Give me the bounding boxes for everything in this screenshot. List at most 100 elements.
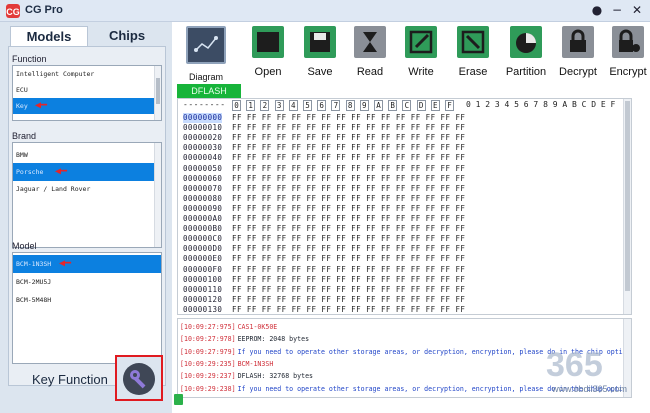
hex-bytes[interactable]: FF FF FF FF FF FF FF FF FF FF FF FF FF F… (232, 214, 465, 224)
close-icon[interactable]: ✕ (630, 3, 644, 17)
hex-row[interactable]: 000000F0 FF FF FF FF FF FF FF FF FF FF FF… (178, 265, 631, 275)
hex-row[interactable]: 00000100 FF FF FF FF FF FF FF FF FF FF FF… (178, 275, 631, 285)
user-icon[interactable]: ● (590, 3, 604, 17)
hex-address: 00000100 (183, 274, 223, 284)
hex-bytes[interactable]: FF FF FF FF FF FF FF FF FF FF FF FF FF F… (232, 244, 465, 254)
column-header: 1 (246, 100, 256, 111)
hex-bytes[interactable]: FF FF FF FF FF FF FF FF FF FF FF FF FF F… (232, 234, 465, 244)
hex-row[interactable]: 00000030 FF FF FF FF FF FF FF FF FF FF FF… (178, 143, 631, 153)
brand-list[interactable]: BMW Porsche ◀━ Jaguar / Land Rover (12, 142, 162, 248)
folder-icon (252, 26, 284, 58)
log-line: [10:09:27:975] CAS1-0K50E (180, 322, 277, 333)
partition-button[interactable]: Partition (506, 26, 546, 82)
hex-row[interactable]: 00000010 FF FF FF FF FF FF FF FF FF FF FF… (178, 123, 631, 133)
hex-row[interactable]: 000000E0 FF FF FF FF FF FF FF FF FF FF FF… (178, 254, 631, 264)
hex-bytes[interactable]: FF FF FF FF FF FF FF FF FF FF FF FF FF F… (232, 153, 465, 163)
hex-bytes[interactable]: FF FF FF FF FF FF FF FF FF FF FF FF FF F… (232, 123, 465, 133)
open-button[interactable]: Open (252, 26, 284, 82)
hex-row[interactable]: 000000D0 FF FF FF FF FF FF FF FF FF FF FF… (178, 244, 631, 254)
hex-row[interactable]: 00000090 FF FF FF FF FF FF FF FF FF FF FF… (178, 204, 631, 214)
column-header: 9 (359, 100, 369, 111)
hex-row[interactable]: 00000040 FF FF FF FF FF FF FF FF FF FF FF… (178, 153, 631, 163)
list-item-selected[interactable]: BCM-1N3SH ◀━ (13, 255, 161, 273)
hex-bytes[interactable]: FF FF FF FF FF FF FF FF FF FF FF FF FF F… (232, 265, 465, 275)
tab-chips[interactable]: Chips (88, 26, 166, 46)
list-item[interactable]: BMW (13, 147, 161, 163)
encrypt-button[interactable]: Encrypt (609, 26, 647, 82)
list-item[interactable]: Intelligent Computer (13, 66, 161, 82)
log-line: [10:09:29:237] DFLASH: 32768 bytes (180, 371, 313, 382)
hex-bytes[interactable]: FF FF FF FF FF FF FF FF FF FF FF FF FF F… (232, 254, 465, 264)
hex-row[interactable]: 00000020 FF FF FF FF FF FF FF FF FF FF FF… (178, 133, 631, 143)
hex-bytes[interactable]: FF FF FF FF FF FF FF FF FF FF FF FF FF F… (232, 143, 465, 153)
hex-bytes[interactable]: FF FF FF FF FF FF FF FF FF FF FF FF FF F… (232, 224, 465, 234)
hex-bytes[interactable]: FF FF FF FF FF FF FF FF FF FF FF FF FF F… (232, 174, 465, 184)
list-item-selected[interactable]: Porsche ◀━ (13, 163, 161, 181)
erase-label: Erase (458, 66, 488, 78)
hex-address: 000000C0 (183, 234, 223, 244)
function-list[interactable]: Intelligent Computer ECU Key ◀━ (12, 65, 162, 121)
decrypt-button[interactable]: Decrypt (559, 26, 597, 82)
tab-models[interactable]: Models (10, 26, 88, 46)
read-button[interactable]: Read (354, 26, 386, 82)
hex-bytes[interactable]: FF FF FF FF FF FF FF FF FF FF FF FF FF F… (232, 285, 465, 295)
list-item[interactable]: Jaguar / Land Rover (13, 181, 161, 197)
brand-scrollbar[interactable] (154, 143, 161, 247)
column-header: 6 (317, 100, 327, 111)
hex-row[interactable]: 00000130 FF FF FF FF FF FF FF FF FF FF FF… (178, 305, 631, 314)
list-item-selected[interactable]: Key ◀━ (13, 98, 155, 114)
hex-scrollbar[interactable] (623, 99, 631, 314)
column-header: 3 (274, 100, 284, 111)
hex-row[interactable]: 00000070 FF FF FF FF FF FF FF FF FF FF FF… (178, 184, 631, 194)
red-arrow-icon: ◀━ (35, 100, 48, 111)
hex-address: 000000A0 (183, 214, 223, 223)
diagram-icon (186, 26, 226, 64)
list-item[interactable]: BCM-5M48H (13, 291, 161, 309)
erase-button[interactable]: Erase (457, 26, 489, 82)
column-header: 4 (288, 100, 298, 111)
partition-label: Partition (505, 66, 547, 78)
hex-bytes[interactable]: FF FF FF FF FF FF FF FF FF FF FF FF FF F… (232, 113, 465, 123)
hex-bytes[interactable]: FF FF FF FF FF FF FF FF FF FF FF FF FF F… (232, 194, 465, 204)
hex-bytes[interactable]: FF FF FF FF FF FF FF FF FF FF FF FF FF F… (232, 164, 465, 174)
log-timestamp: [10:09:29:237] (180, 372, 236, 381)
hex-bytes[interactable]: FF FF FF FF FF FF FF FF FF FF FF FF FF F… (232, 295, 465, 305)
hex-address: 000000D0 (183, 244, 223, 254)
hex-row[interactable]: 000000C0 FF FF FF FF FF FF FF FF FF FF FF… (178, 234, 631, 244)
minimize-icon[interactable]: − (610, 3, 624, 17)
list-item[interactable]: ECU (13, 82, 161, 98)
hex-bytes[interactable]: FF FF FF FF FF FF FF FF FF FF FF FF FF F… (232, 275, 465, 285)
hex-editor[interactable]: -------- 0123456789ABCDEF 0 1 2 3 4 5 6 … (177, 98, 632, 315)
floppy-disk-icon (304, 26, 336, 58)
log-message: DFLASH: 32768 bytes (237, 372, 314, 381)
diagram-button[interactable]: Diagram (182, 26, 230, 82)
hex-row[interactable]: 00000120 FF FF FF FF FF FF FF FF FF FF FF… (178, 295, 631, 305)
lock-gear-icon (612, 26, 644, 58)
column-header: 8 (345, 100, 355, 111)
column-header: A (374, 100, 383, 111)
write-button[interactable]: Write (405, 26, 437, 82)
hex-bytes[interactable]: FF FF FF FF FF FF FF FF FF FF FF FF FF F… (232, 133, 465, 143)
hex-bytes[interactable]: FF FF FF FF FF FF FF FF FF FF FF FF FF F… (232, 204, 465, 214)
hex-address: 00000080 (183, 193, 223, 203)
hex-address: 00000120 (183, 294, 223, 304)
hex-address: 00000020 (183, 133, 223, 143)
app-logo-icon: CG (6, 4, 20, 18)
hex-row[interactable]: 00000080 FF FF FF FF FF FF FF FF FF FF FF… (178, 194, 631, 204)
function-scrollbar[interactable] (154, 66, 161, 120)
hex-row[interactable]: 00000060 FF FF FF FF FF FF FF FF FF FF FF… (178, 174, 631, 184)
hex-address: 000000E0 (183, 254, 223, 264)
list-item[interactable]: BCM-2MU5J (13, 273, 161, 291)
hex-row[interactable]: 000000A0 FF FF FF FF FF FF FF FF FF FF FF… (178, 214, 631, 224)
hex-row[interactable]: 00000000 FF FF FF FF FF FF FF FF FF FF FF… (178, 113, 631, 123)
hex-address: 00000110 (183, 284, 223, 294)
save-button[interactable]: Save (304, 26, 336, 82)
hex-bytes[interactable]: FF FF FF FF FF FF FF FF FF FF FF FF FF F… (232, 184, 465, 194)
tab-dflash[interactable]: DFLASH (177, 84, 241, 98)
hex-bytes[interactable]: FF FF FF FF FF FF FF FF FF FF FF FF FF F… (232, 305, 465, 314)
hex-row[interactable]: 000000B0 FF FF FF FF FF FF FF FF FF FF FF… (178, 224, 631, 234)
hex-row[interactable]: 00000110 FF FF FF FF FF FF FF FF FF FF FF… (178, 285, 631, 295)
hex-row[interactable]: 00000050 FF FF FF FF FF FF FF FF FF FF FF… (178, 164, 631, 174)
model-list[interactable]: BCM-1N3SH ◀━ BCM-2MU5J BCM-5M48H (12, 252, 162, 364)
key-function-button[interactable] (115, 355, 163, 401)
